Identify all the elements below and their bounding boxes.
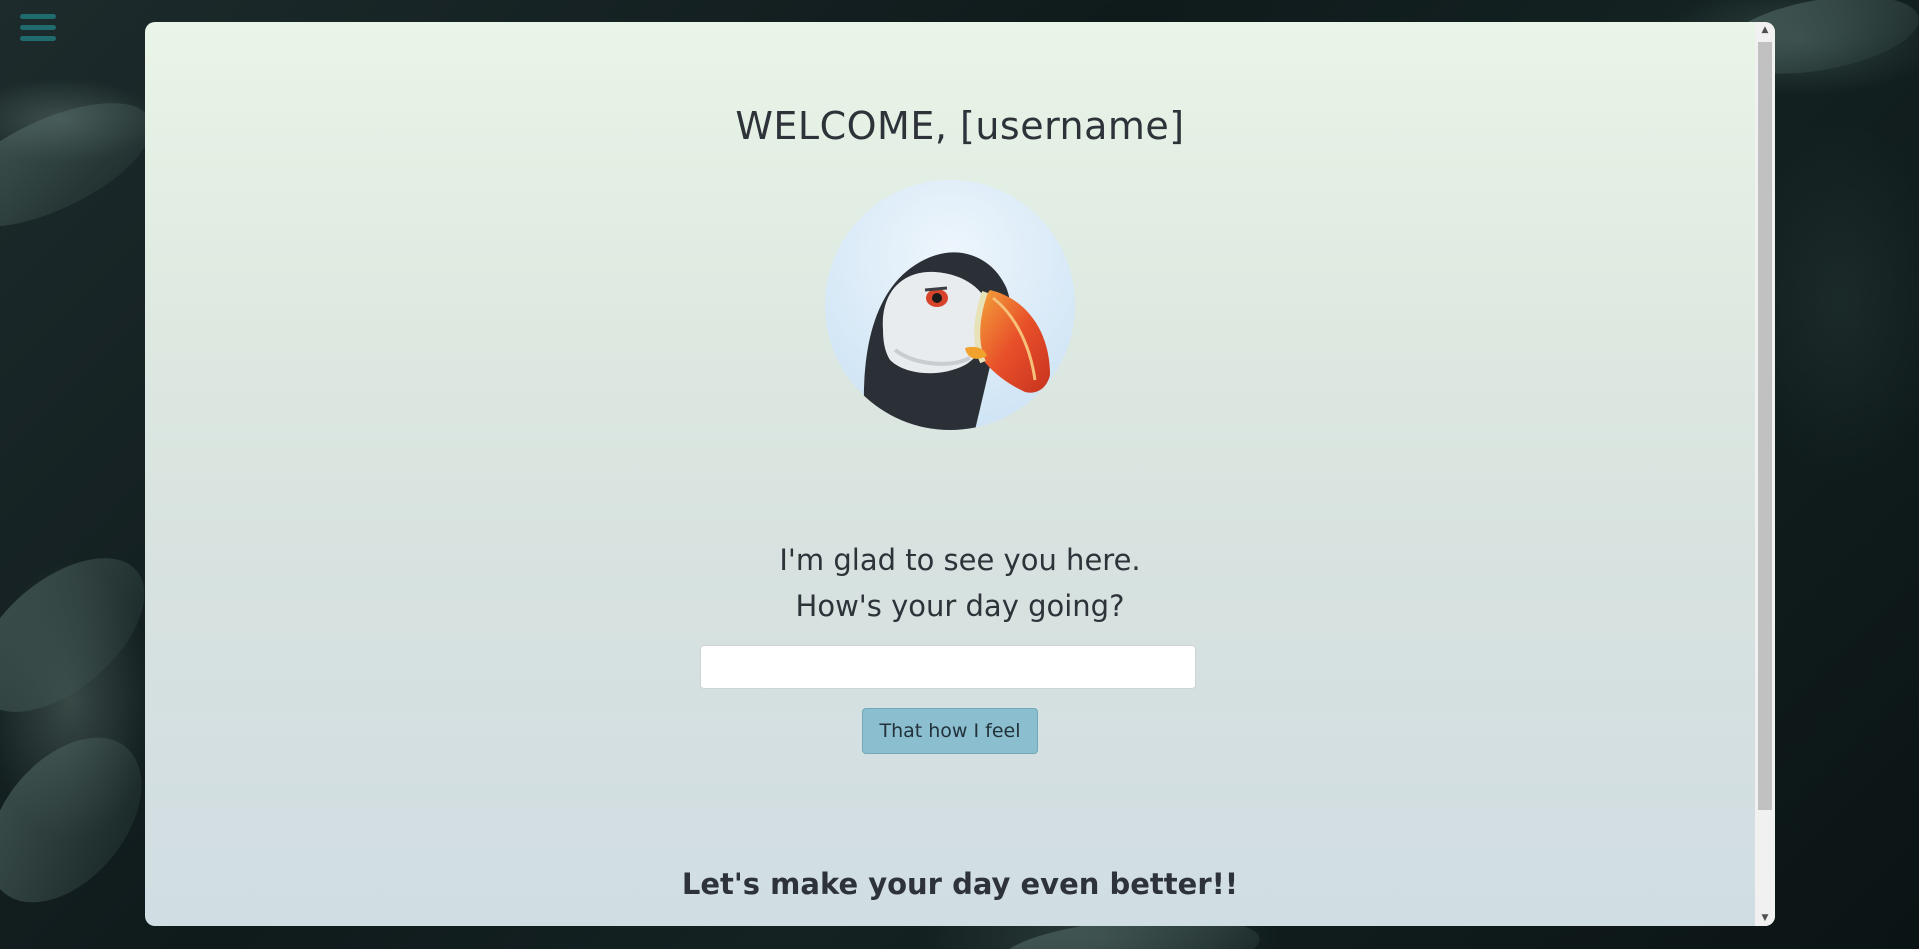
menu-bar (20, 14, 56, 19)
menu-bar (20, 25, 56, 30)
scrollbar-thumb[interactable] (1758, 42, 1772, 810)
page-title: WELCOME, [username] (735, 104, 1185, 148)
welcome-panel-content: WELCOME, [username] I'm glad to see you … (145, 22, 1775, 926)
scroll-down-arrow-icon[interactable]: ▼ (1755, 910, 1775, 926)
scrollbar[interactable]: ▲ ▼ (1755, 22, 1775, 926)
submit-mood-button[interactable]: That how I feel (862, 708, 1038, 754)
greeting-line-2: How's your day going? (795, 589, 1125, 623)
scroll-up-arrow-icon[interactable]: ▲ (1755, 22, 1775, 38)
puffin-avatar-image (825, 180, 1075, 430)
background-leaf (0, 77, 169, 253)
greeting-text: I'm glad to see you here. How's your day… (145, 537, 1775, 629)
mood-input[interactable] (700, 645, 1196, 689)
menu-bar (20, 36, 56, 41)
hamburger-menu-icon[interactable] (20, 14, 56, 50)
avatar (825, 180, 1075, 430)
section-heading: Let's make your day even better!! (681, 867, 1239, 901)
greeting-line-1: I'm glad to see you here. (779, 543, 1141, 577)
welcome-panel: WELCOME, [username] I'm glad to see you … (145, 22, 1775, 926)
